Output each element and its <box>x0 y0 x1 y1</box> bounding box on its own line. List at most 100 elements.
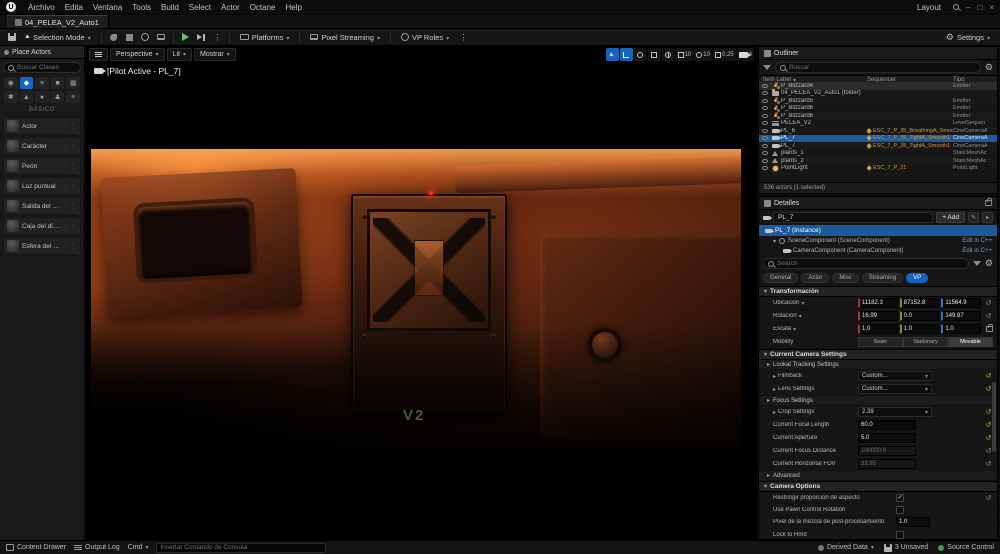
drag-grip-icon[interactable]: ⋮⋮ <box>63 163 77 170</box>
category-shapes-icon[interactable]: ■ <box>50 77 65 89</box>
toolbar-overflow-button[interactable]: ⋮ <box>457 31 470 44</box>
visibility-eye-icon[interactable] <box>762 128 768 133</box>
scale-y-field[interactable]: 1.0 <box>899 324 940 334</box>
console-command-box[interactable] <box>156 542 327 553</box>
rotate-tool-button[interactable] <box>633 48 647 61</box>
mobility-movable-button[interactable]: Movable <box>948 337 993 347</box>
outliner-row[interactable]: plants_2 StaticMeshAc <box>759 157 997 165</box>
settings-dropdown[interactable]: Settings <box>941 31 995 44</box>
visibility-eye-icon[interactable] <box>762 166 768 171</box>
menu-select[interactable]: Select <box>184 3 216 12</box>
edit-in-cpp-link[interactable]: Edit in C++ <box>962 238 992 244</box>
drag-grip-icon[interactable]: ⋮⋮ <box>63 183 77 190</box>
outliner-row[interactable]: PointLight ESC_7_P_21 PointLight <box>759 165 997 173</box>
details-tab[interactable]: Detalles <box>759 197 997 210</box>
outliner-row[interactable]: P_Blizzard5 Emitter <box>759 97 997 105</box>
reset-location-icon[interactable] <box>984 299 993 307</box>
reset-filmback-icon[interactable] <box>984 372 993 380</box>
visibility-eye-icon[interactable] <box>762 151 768 156</box>
focus-settings-group[interactable]: Focus Settings <box>759 396 997 406</box>
tab-misc[interactable]: Misc <box>832 273 859 283</box>
lookat-tracking-group[interactable]: Lookat Tracking Settings <box>759 360 997 370</box>
drag-grip-icon[interactable]: ⋮⋮ <box>63 143 77 150</box>
aperture-field[interactable]: 5.0 <box>858 433 916 443</box>
visibility-eye-icon[interactable] <box>762 83 768 88</box>
unreal-logo-icon[interactable]: U <box>6 2 16 12</box>
minimize-button[interactable]: – <box>966 3 970 12</box>
category-geometry-icon[interactable]: ▲ <box>19 91 34 103</box>
lock-icon[interactable] <box>985 198 992 206</box>
location-x-field[interactable]: 11182.3 <box>858 298 898 308</box>
view-mode-dropdown[interactable]: Lit <box>166 48 193 61</box>
place-actor-item-triggersphere[interactable]: Esfera del disp ⋮⋮ <box>3 237 81 255</box>
derived-data-button[interactable]: Derived Data <box>817 544 874 551</box>
details-search[interactable] <box>763 258 969 269</box>
advanced-group[interactable]: Advanced <box>759 471 997 481</box>
tab-actor[interactable]: Actor <box>801 273 830 283</box>
reset-hfov-icon[interactable] <box>984 460 993 468</box>
search-icon[interactable] <box>953 4 960 10</box>
category-recent-icon[interactable]: ◉ <box>4 77 18 89</box>
scale-x-field[interactable]: 1.0 <box>858 324 898 334</box>
vp-roles-dropdown[interactable]: VP Roles <box>396 31 454 44</box>
outliner-search[interactable] <box>775 62 981 73</box>
menu-ventana[interactable]: Ventana <box>88 3 127 12</box>
place-actor-item-actor[interactable]: Actor ⋮⋮ <box>3 117 81 135</box>
drag-grip-icon[interactable]: ⋮⋮ <box>63 123 77 130</box>
section-current-camera-settings[interactable]: Current Camera Settings <box>759 349 997 360</box>
category-vfx-icon[interactable]: ✱ <box>4 91 18 103</box>
visibility-eye-icon[interactable] <box>762 136 768 141</box>
category-pawn-icon[interactable]: ♟ <box>50 91 65 103</box>
edit-in-cpp-link[interactable]: Edit in C++ <box>962 248 992 254</box>
browse-button[interactable]: ▸ <box>982 212 993 223</box>
rotation-z-field[interactable]: 149.87 <box>941 311 982 321</box>
menu-octane[interactable]: Octane <box>245 3 281 12</box>
reset-aspect-icon[interactable] <box>984 494 993 502</box>
selection-mode-dropdown[interactable]: Selection Mode <box>21 31 96 44</box>
location-y-field[interactable]: 87152.8 <box>899 298 940 308</box>
play-options-button[interactable]: ⋮ <box>211 31 224 44</box>
add-component-button[interactable]: + Add <box>936 212 965 223</box>
menu-build[interactable]: Build <box>156 3 184 12</box>
outliner-row-selected[interactable]: PL_7 ESC_7_P_35_TightA_Smooth1 CineCamer… <box>759 134 997 142</box>
details-settings-icon[interactable] <box>985 258 993 269</box>
outliner-row[interactable]: P_Blizzard6 Emitter <box>759 105 997 113</box>
rotation-y-field[interactable]: 0.0 <box>899 311 940 321</box>
unsaved-button[interactable]: 3 Unsaved <box>883 543 928 552</box>
world-space-toggle[interactable] <box>661 48 675 61</box>
skip-button[interactable] <box>195 31 208 44</box>
location-label[interactable]: Ubicación <box>773 300 855 307</box>
details-search-input[interactable] <box>777 260 964 267</box>
tab-streaming[interactable]: Streaming <box>861 273 904 283</box>
crop-settings-dropdown[interactable]: 2.39 <box>858 407 932 417</box>
place-actor-item-pawn[interactable]: Peón ⋮⋮ <box>3 157 81 175</box>
postprocess-blend-field[interactable]: 1.0 <box>896 517 930 527</box>
scale-lock-icon[interactable] <box>986 324 993 332</box>
expand-caret-icon[interactable] <box>773 238 776 245</box>
expand-caret-icon[interactable] <box>773 373 776 380</box>
close-button[interactable]: × <box>989 3 994 12</box>
outliner-row[interactable]: P_Blizzard4 Emitter <box>759 82 997 90</box>
rotation-x-field[interactable]: 16.99 <box>858 311 898 321</box>
location-z-field[interactable]: 11564.9 <box>941 298 982 308</box>
lens-settings-dropdown[interactable]: Custom... <box>858 384 932 394</box>
place-actors-search-input[interactable] <box>17 64 76 71</box>
layout-button[interactable]: Layout <box>912 3 946 12</box>
place-actors-search[interactable] <box>3 62 81 73</box>
place-actors-header[interactable]: Place Actors <box>0 46 84 59</box>
actor-name-field[interactable]: PL_7 <box>773 212 934 223</box>
content-drawer-button[interactable]: Content Drawer <box>6 544 66 551</box>
outliner-row[interactable]: PELEA_V2 LevelSequen <box>759 120 997 128</box>
filter-icon[interactable] <box>972 261 981 266</box>
rotation-snap-toggle[interactable]: 10 <box>694 48 712 61</box>
category-all-icon[interactable]: ≡ <box>66 91 80 103</box>
place-actor-item-pointlight[interactable]: Luz puntual ⋮⋮ <box>3 177 81 195</box>
lock-to-hmd-checkbox[interactable] <box>896 530 904 539</box>
cmd-dropdown[interactable]: Cmd <box>128 544 149 551</box>
select-tool-button[interactable] <box>605 48 619 61</box>
outliner-row[interactable]: 04_PELEA_V2_Auto1 (folder) <box>759 88 997 98</box>
pawn-control-checkbox[interactable] <box>896 505 904 514</box>
filmback-dropdown[interactable]: Custom... <box>858 371 932 381</box>
outliner-row[interactable]: plants_1 StaticMeshAc <box>759 150 997 158</box>
outliner-settings-icon[interactable] <box>985 62 993 73</box>
